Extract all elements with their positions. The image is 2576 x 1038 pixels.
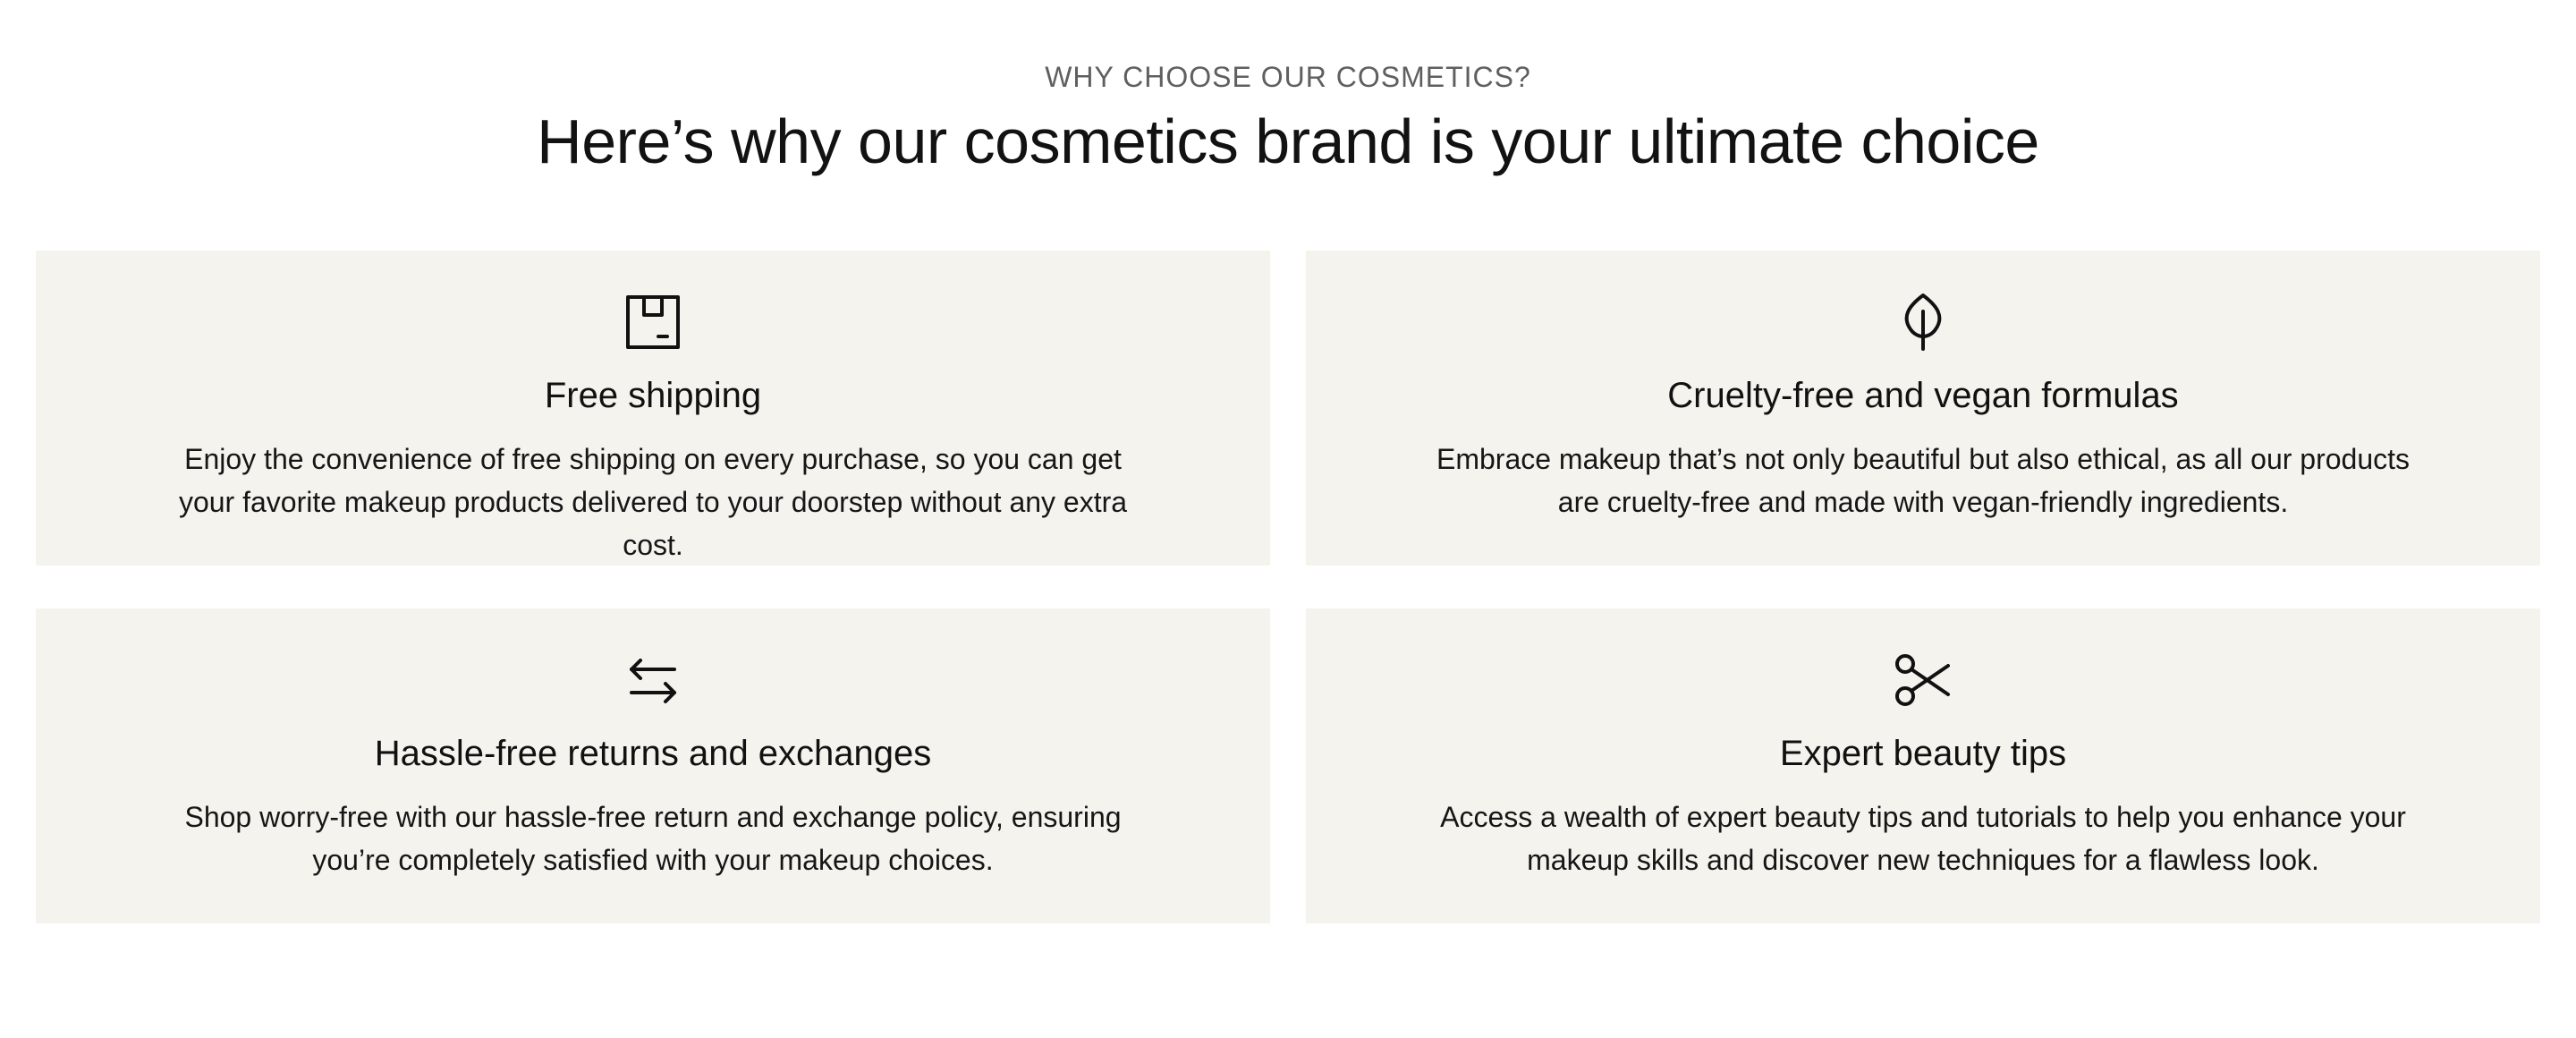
feature-card-cruelty-free: Cruelty-free and vegan formulas Embrace … <box>1306 251 2540 566</box>
features-grid: Free shipping Enjoy the convenience of f… <box>36 251 2540 923</box>
feature-description: Embrace makeup that’s not only beautiful… <box>1436 443 2411 518</box>
feature-title: Free shipping <box>544 376 762 415</box>
feature-title: Cruelty-free and vegan formulas <box>1667 376 2179 415</box>
section-heading: Here’s why our cosmetics brand is your u… <box>537 106 2039 176</box>
feature-description: Enjoy the convenience of free shipping o… <box>178 443 1128 561</box>
leaf-icon <box>1893 292 1953 353</box>
feature-title: Expert beauty tips <box>1779 734 2067 773</box>
package-box-icon <box>623 292 683 353</box>
feature-card-beauty-tips: Expert beauty tips Access a wealth of ex… <box>1306 608 2540 923</box>
feature-description: Shop worry-free with our hassle-free ret… <box>184 801 1122 876</box>
why-choose-section: WHY CHOOSE OUR COSMETICS? Here’s why our… <box>0 0 2576 1038</box>
feature-description: Access a wealth of expert beauty tips an… <box>1440 801 2406 876</box>
feature-card-free-shipping: Free shipping Enjoy the convenience of f… <box>36 251 1270 566</box>
feature-title: Hassle-free returns and exchanges <box>374 734 932 773</box>
section-eyebrow: WHY CHOOSE OUR COSMETICS? <box>1045 61 1531 93</box>
scissors-icon <box>1893 650 1953 710</box>
exchange-arrows-icon <box>623 650 683 710</box>
feature-card-returns: Hassle-free returns and exchanges Shop w… <box>36 608 1270 923</box>
